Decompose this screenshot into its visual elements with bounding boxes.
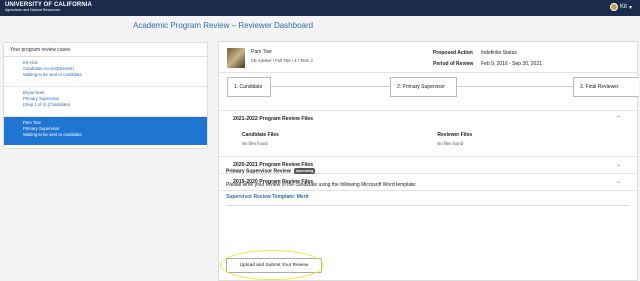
top-bar: UNIVERSITY OF CALIFORNIA Agriculture and… [0, 0, 640, 16]
review-title-text: Primary Supervisor Review [226, 168, 291, 175]
proposed-action: Proposed Action Indefinite Status [433, 50, 517, 56]
status-badge: Upcoming [293, 168, 316, 174]
review-instructions: Please write your review of the candidat… [226, 182, 417, 189]
supervisor-review: Primary Supervisor Review Upcoming Please… [226, 168, 630, 207]
candidate-files-label: Candidate Files [242, 132, 279, 138]
chevron-down-icon[interactable]: ⌄ [616, 161, 621, 168]
section-title: 2021-2022 Program Review Files [233, 116, 314, 122]
review-steps: 1. Candidate 2. Primary Supervisor 3. Fi… [219, 73, 639, 111]
case-status: Waiting to be sent to candidate [23, 132, 82, 137]
case-item[interactable]: Kit Alviz Candidate Accent(Dissent) Wait… [4, 57, 207, 87]
divider [226, 205, 630, 207]
user-name: Kit [619, 4, 627, 10]
annotation-circle [220, 250, 324, 280]
proposed-action-label: Proposed Action [433, 50, 473, 56]
period-label: Period of Review [433, 61, 474, 67]
case-item[interactable]: Bryan Noel Primary Supervisor (Step 1 of… [4, 87, 207, 117]
period-value: Feb 9, 2016 - Sep 30, 2021 [481, 61, 542, 67]
step-primary-supervisor[interactable]: 2. Primary Supervisor [390, 77, 457, 97]
avatar [609, 3, 618, 11]
step-candidate[interactable]: 1. Candidate [227, 77, 271, 97]
proposed-action-value: Indefinite Status [481, 50, 517, 56]
brand-sub-text: Agriculture and Natural Resources [5, 7, 60, 12]
chevron-up-icon[interactable]: ⌃ [616, 115, 621, 122]
case-status: (Step 1 of 4) (Candidate) [23, 102, 71, 107]
files-columns: Candidate Files No files found Reviewer F… [242, 132, 631, 146]
no-files-text: No files found [437, 141, 463, 146]
caret-down-icon: ▾ [628, 4, 632, 11]
main-panel: Pam Tise CE Advisor / Full Title / 4 / T… [218, 41, 639, 281]
sidebar: Your program review cases Kit Alviz Cand… [3, 42, 208, 149]
files-section-2021-2022[interactable]: 2021-2022 Program Review Files ⌃ Candida… [219, 111, 637, 157]
university-logo[interactable]: UNIVERSITY OF CALIFORNIA Agriculture and… [5, 2, 92, 12]
page-title: Academic Program Review – Reviewer Dashb… [133, 21, 314, 30]
case-item-selected[interactable]: Pam Tise Primary Supervisor Waiting to b… [4, 117, 207, 145]
period-of-review: Period of Review Feb 9, 2016 - Sep 30, 20… [433, 61, 542, 67]
candidate-profile: Pam Tise CE Advisor / Full Title / 4 / T… [219, 42, 637, 73]
candidate-name: Pam Tise [251, 49, 272, 55]
candidate-photo [227, 48, 245, 68]
user-menu[interactable]: Kit ▾ [609, 3, 632, 11]
candidate-role: CE Advisor / Full Title / 4 / Term 3 [251, 58, 313, 63]
step-final-reviewer[interactable]: 3. Final Reviewer [573, 77, 639, 97]
review-title: Primary Supervisor Review Upcoming [226, 168, 630, 174]
case-status: Waiting to be sent to candidate [23, 72, 82, 77]
no-files-text: No files found [242, 141, 268, 146]
template-link[interactable]: Supervisor Review Template: Merit [226, 194, 630, 200]
reviewer-files-label: Reviewer Files [437, 132, 473, 138]
sidebar-title: Your program review cases [4, 43, 207, 57]
